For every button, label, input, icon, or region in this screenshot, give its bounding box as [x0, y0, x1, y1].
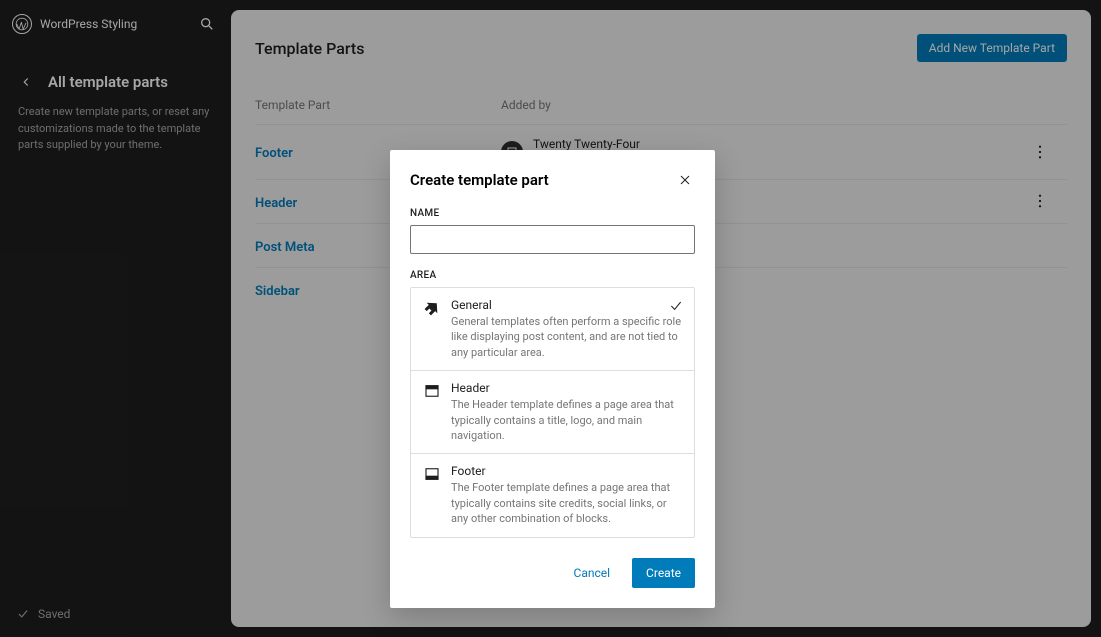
create-template-part-modal: Create template part Name Area GeneralGe…	[390, 150, 715, 608]
area-field-label: Area	[410, 270, 695, 281]
area-option-general[interactable]: General General templates often perform a…	[411, 288, 694, 370]
area-option-footer[interactable]: Footer The Footer template defines a page…	[411, 453, 694, 536]
name-field-label: Name	[410, 208, 695, 219]
close-button[interactable]	[675, 170, 695, 190]
area-option-header[interactable]: Header The Header template defines a page…	[411, 370, 694, 453]
footer-area-icon	[423, 465, 441, 483]
area-description: General templates often perform a specif…	[451, 314, 682, 360]
modal-header: Create template part	[410, 170, 695, 190]
check-icon	[668, 298, 684, 314]
area-name: General	[451, 298, 682, 312]
modal-title: Create template part	[410, 171, 549, 189]
header-area-icon	[423, 382, 441, 400]
create-button[interactable]: Create	[632, 558, 695, 588]
area-name: Footer	[451, 464, 682, 478]
close-icon	[677, 172, 693, 188]
general-area-icon	[423, 299, 441, 317]
cancel-button[interactable]: Cancel	[562, 558, 623, 588]
area-description: The Footer template defines a page area …	[451, 480, 682, 526]
area-description: The Header template defines a page area …	[451, 397, 682, 443]
name-input[interactable]	[410, 225, 695, 254]
area-name: Header	[451, 381, 682, 395]
area-list: General General templates often perform a…	[410, 287, 695, 538]
modal-footer: Cancel Create	[410, 558, 695, 588]
